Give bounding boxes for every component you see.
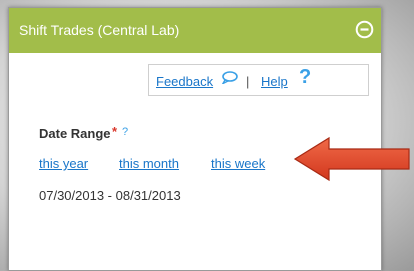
feedback-help-box: Feedback | Help ? [148,64,369,96]
red-arrow-icon [293,136,410,182]
panel-title: Shift Trades (Central Lab) [19,22,180,38]
date-range-help-icon[interactable]: ? [122,126,128,138]
this-year-link[interactable]: this year [39,156,88,171]
feedback-link[interactable]: Feedback [156,74,213,89]
this-month-link[interactable]: this month [119,156,179,171]
this-week-link[interactable]: this week [211,156,265,171]
help-question-icon[interactable]: ? [299,66,311,89]
panel-header: Shift Trades (Central Lab) [9,8,381,53]
speech-bubble-icon[interactable] [221,71,238,84]
required-asterisk: * [112,124,118,139]
help-link[interactable]: Help [261,74,288,89]
collapse-icon[interactable] [355,20,374,39]
date-range-value: 07/30/2013 - 08/31/2013 [39,188,181,203]
date-range-label: Date Range [39,126,111,141]
link-separator: | [246,74,250,89]
